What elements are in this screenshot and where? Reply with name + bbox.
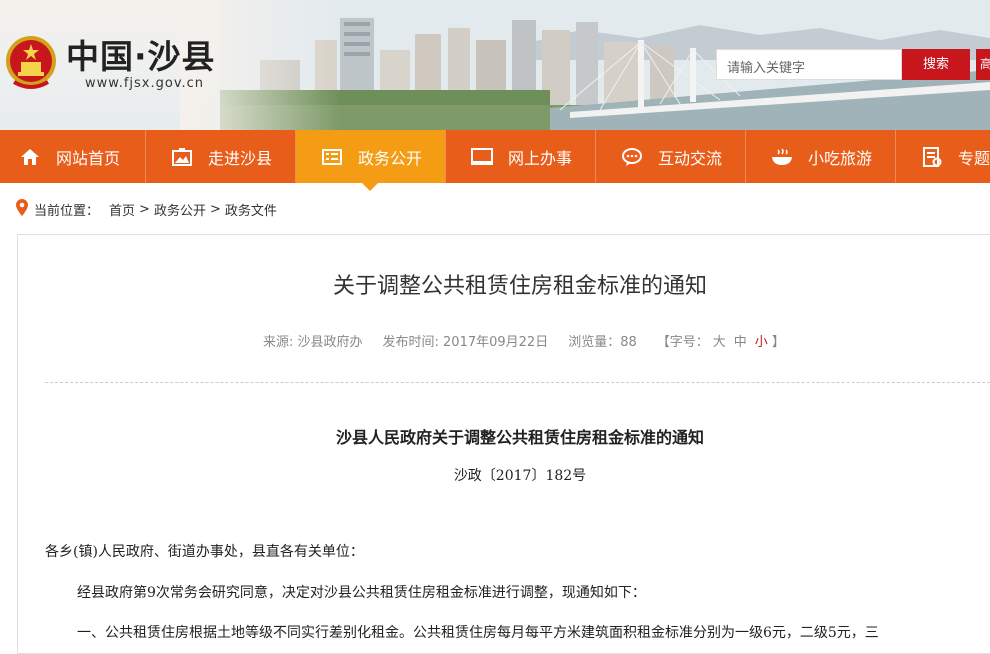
nav-label: 政务公开 — [358, 148, 423, 168]
article-title: 关于调整公共租赁住房租金标准的通知 — [332, 274, 707, 299]
paragraph-1: 经县政府第9次常务会研究同意，决定对沙县公共租赁住房租金标准进行调整，现通知如下… — [77, 585, 646, 601]
nav-item-services[interactable]: 网上办事 — [446, 130, 595, 183]
font-medium-link[interactable]: 中 — [734, 335, 747, 350]
breadcrumb-documents[interactable]: 政务文件 — [225, 200, 277, 219]
nav-label: 走进沙县 — [208, 148, 273, 168]
font-large-link[interactable]: 大 — [713, 335, 726, 350]
document-icon — [918, 143, 946, 171]
nav-item-food-travel[interactable]: 小吃旅游 — [746, 130, 895, 183]
header-banner: 中国·沙县 www.fjsx.gov.cn 请输入关键字 搜索 高 — [0, 0, 990, 130]
article-meta: 来源: 沙县政府办 发布时间: 2017年09月22日 浏览量：88 【字号：大… — [263, 331, 785, 350]
national-emblem-icon — [6, 36, 56, 89]
active-nav-indicator — [362, 183, 378, 191]
picture-icon — [168, 143, 196, 171]
site-title: 中国·沙县 — [66, 37, 216, 76]
search-button[interactable]: 搜索 — [902, 49, 970, 80]
main-nav: 网站首页 走进沙县 政务公开 网上办事 互动交流 小吃旅游 专题 — [0, 130, 990, 183]
search-input[interactable]: 请输入关键字 — [716, 49, 902, 80]
monitor-icon — [468, 143, 496, 171]
article-source: 来源: 沙县政府办 — [263, 335, 363, 350]
font-small-link[interactable]: 小 — [755, 335, 768, 350]
document-number: 沙政〔2017〕182号 — [453, 468, 587, 484]
article-views: 浏览量：88 — [568, 335, 637, 350]
divider — [45, 382, 990, 383]
nav-item-interaction[interactable]: 互动交流 — [596, 130, 745, 183]
nav-item-topics[interactable]: 专题 — [896, 130, 990, 183]
document-title: 沙县人民政府关于调整公共租赁住房租金标准的通知 — [335, 428, 704, 447]
nav-item-government[interactable]: 政务公开 — [296, 130, 445, 183]
salutation: 各乡(镇)人民政府、街道办事处，县直各有关单位： — [45, 544, 364, 560]
advanced-search-button[interactable]: 高 — [976, 49, 990, 80]
nav-item-about[interactable]: 走进沙县 — [146, 130, 295, 183]
location-pin-icon — [16, 198, 28, 220]
bowl-icon — [768, 143, 796, 171]
nav-item-home[interactable]: 网站首页 — [0, 130, 145, 183]
nav-label: 小吃旅游 — [808, 148, 873, 168]
chat-icon — [618, 143, 646, 171]
article-date: 发布时间: 2017年09月22日 — [382, 335, 549, 350]
site-url: www.fjsx.gov.cn — [85, 76, 205, 91]
nav-label: 互动交流 — [658, 148, 723, 168]
home-icon — [16, 143, 44, 171]
breadcrumb: 当前位置： 首页 > 政务公开 > 政务文件 — [16, 198, 281, 220]
breadcrumb-prefix: 当前位置： — [34, 203, 100, 219]
breadcrumb-home[interactable]: 首页 — [109, 200, 135, 219]
list-icon — [318, 143, 346, 171]
nav-label: 专题 — [958, 148, 990, 168]
paragraph-2: 一、公共租赁住房根据土地等级不同实行差别化租金。公共租赁住房每月每平方米建筑面积… — [77, 625, 879, 641]
breadcrumb-government[interactable]: 政务公开 — [154, 200, 206, 219]
nav-label: 网上办事 — [508, 148, 573, 168]
nav-label: 网站首页 — [56, 148, 121, 168]
font-size-control: 【字号：大中小】 — [656, 335, 785, 350]
